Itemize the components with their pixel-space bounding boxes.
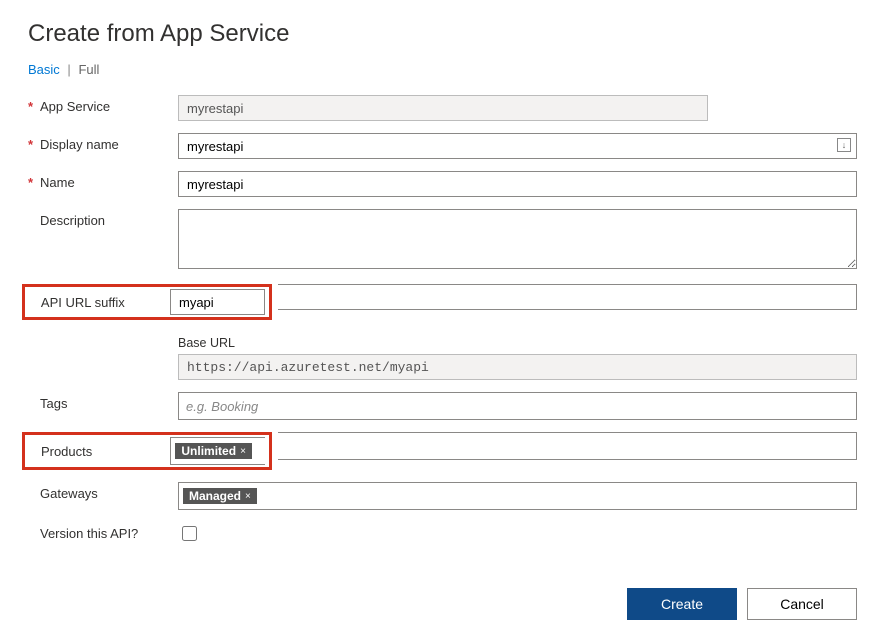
base-url-output bbox=[178, 354, 857, 380]
tags-input[interactable]: e.g. Booking bbox=[178, 392, 857, 420]
mode-separator: | bbox=[67, 62, 70, 77]
page-title: Create from App Service bbox=[28, 20, 857, 48]
mode-switch: Basic | Full bbox=[28, 62, 857, 77]
tags-label: Tags bbox=[40, 396, 67, 411]
products-input[interactable] bbox=[278, 432, 857, 460]
description-textarea[interactable] bbox=[178, 209, 857, 269]
display-name-history-icon[interactable]: ↓ bbox=[837, 138, 851, 152]
gateway-chip-label: Managed bbox=[189, 489, 241, 503]
product-chip-label: Unlimited bbox=[181, 444, 236, 458]
gateway-chip[interactable]: Managed × bbox=[182, 487, 258, 505]
app-service-label: App Service bbox=[40, 99, 110, 114]
mode-basic-link[interactable]: Basic bbox=[28, 62, 60, 77]
mode-full-link[interactable]: Full bbox=[78, 62, 99, 77]
gateways-label: Gateways bbox=[40, 486, 98, 501]
required-marker: * bbox=[28, 137, 40, 152]
name-label: Name bbox=[40, 175, 75, 190]
api-url-suffix-label: API URL suffix bbox=[41, 295, 170, 310]
chip-remove-icon[interactable]: × bbox=[240, 446, 246, 457]
product-chip[interactable]: Unlimited × bbox=[174, 442, 253, 460]
description-label: Description bbox=[40, 213, 105, 228]
create-button[interactable]: Create bbox=[627, 588, 737, 620]
required-marker: * bbox=[28, 99, 40, 114]
cancel-button[interactable]: Cancel bbox=[747, 588, 857, 620]
products-label: Products bbox=[41, 444, 170, 459]
api-url-suffix-input-ext[interactable] bbox=[278, 284, 857, 310]
display-name-label: Display name bbox=[40, 137, 119, 152]
required-marker: * bbox=[28, 175, 40, 190]
app-service-input[interactable] bbox=[178, 95, 708, 121]
version-api-label: Version this API? bbox=[40, 526, 138, 541]
display-name-input[interactable] bbox=[178, 133, 857, 159]
name-input[interactable] bbox=[178, 171, 857, 197]
chip-remove-icon[interactable]: × bbox=[245, 491, 251, 502]
form-actions: Create Cancel bbox=[28, 588, 857, 620]
version-api-checkbox[interactable] bbox=[182, 526, 197, 541]
products-input-stub[interactable]: Unlimited × bbox=[170, 437, 265, 465]
tags-placeholder: e.g. Booking bbox=[182, 399, 258, 414]
base-url-label: Base URL bbox=[178, 336, 857, 350]
gateways-input[interactable]: Managed × bbox=[178, 482, 857, 510]
api-url-suffix-input[interactable] bbox=[170, 289, 265, 315]
create-api-form: * App Service * Display name ↓ * Name De bbox=[28, 95, 857, 544]
